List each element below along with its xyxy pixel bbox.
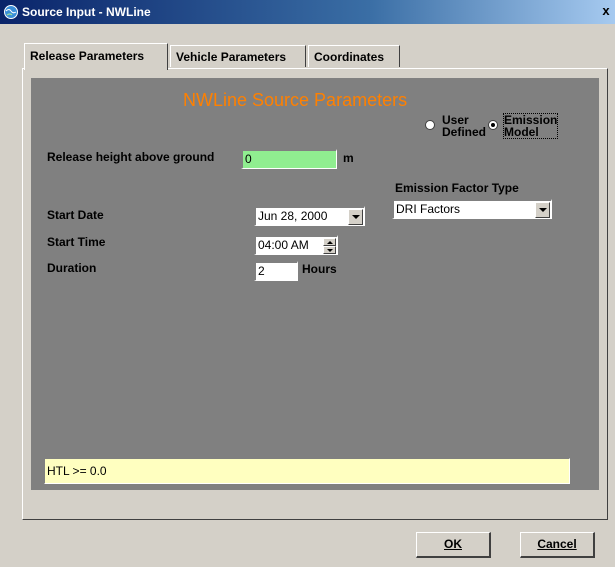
chevron-down-icon[interactable] — [348, 209, 363, 225]
spin-down-icon[interactable] — [323, 246, 336, 254]
emission-mode-group: User Defined Emission Model — [420, 112, 580, 152]
time-spinner[interactable] — [323, 238, 336, 254]
close-button[interactable]: x — [599, 2, 613, 20]
window-title: Source Input - NWLine — [22, 5, 151, 19]
cancel-button[interactable]: Cancel — [520, 532, 595, 558]
title-bar[interactable]: Source Input - NWLine x — [0, 0, 615, 24]
tab-release-parameters[interactable]: Release Parameters — [24, 43, 168, 70]
start-date-picker[interactable]: Jun 28, 2000 — [254, 206, 365, 226]
start-date-value: Jun 28, 2000 — [258, 209, 328, 223]
close-icon: x — [602, 3, 610, 18]
user-defined-label[interactable]: User Defined — [442, 114, 486, 138]
user-defined-radio[interactable] — [425, 120, 435, 130]
ok-button[interactable]: OK — [416, 532, 491, 558]
duration-label: Duration — [47, 261, 97, 275]
emission-model-radio[interactable] — [488, 120, 498, 130]
chevron-down-icon[interactable] — [535, 202, 550, 218]
spin-up-icon[interactable] — [323, 238, 336, 246]
release-height-unit: m — [343, 151, 354, 165]
panel-title: NWLine Source Parameters — [183, 90, 408, 110]
start-date-label: Start Date — [47, 208, 104, 222]
release-height-input[interactable]: 0 — [241, 149, 337, 169]
globe-icon — [4, 5, 18, 19]
start-time-input[interactable]: 04:00 AM — [254, 235, 338, 255]
tab-vehicle-parameters[interactable]: Vehicle Parameters — [170, 45, 306, 67]
release-height-label: Release height above ground — [47, 150, 215, 164]
emission-factor-label: Emission Factor Type — [395, 181, 519, 195]
emission-factor-value: DRI Factors — [396, 202, 461, 216]
status-message: HTL >= 0.0 — [44, 458, 570, 484]
start-time-value: 04:00 AM — [258, 238, 309, 252]
start-time-label: Start Time — [47, 235, 106, 249]
emission-factor-select[interactable]: DRI Factors — [392, 199, 552, 219]
duration-unit: Hours — [302, 262, 337, 276]
tab-coordinates[interactable]: Coordinates — [308, 45, 400, 67]
emission-model-label[interactable]: Emission Model — [502, 113, 559, 139]
duration-input[interactable]: 2 — [254, 261, 298, 281]
